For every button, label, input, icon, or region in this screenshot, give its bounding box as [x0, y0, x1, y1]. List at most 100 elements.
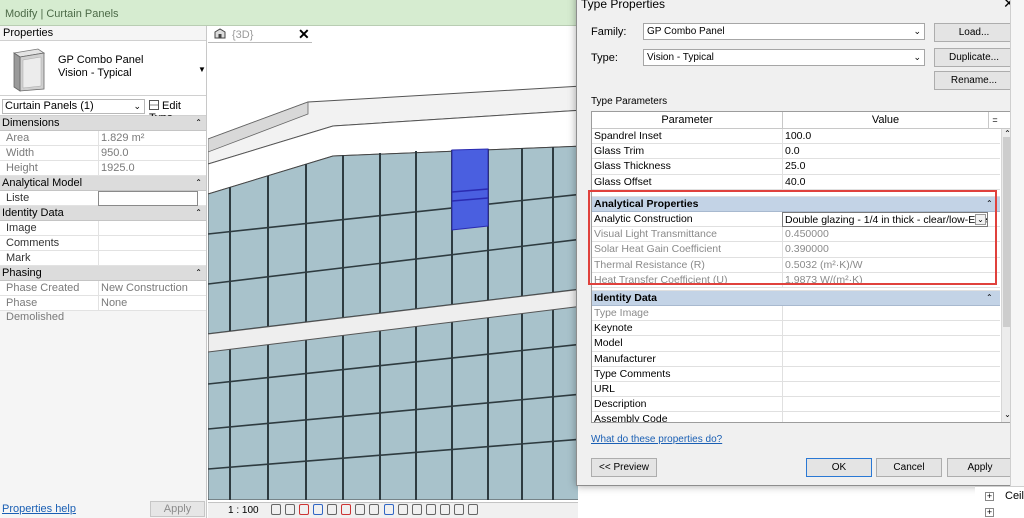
column-header-parameter[interactable]: Parameter	[592, 112, 783, 129]
chevron-down-icon[interactable]: ⌄	[975, 213, 986, 225]
property-value: 1925.0	[98, 161, 198, 176]
parameter-name: Thermal Resistance (R)	[594, 258, 705, 271]
parameter-value[interactable]: 100.0	[782, 129, 988, 144]
worksharing-display-icon[interactable]	[425, 504, 436, 515]
collapse-icon[interactable]: ⌃	[195, 116, 202, 130]
shadows-icon[interactable]	[313, 504, 324, 515]
family-label: Family:	[591, 26, 627, 38]
property-row-mark: Mark	[0, 251, 206, 266]
parameter-value[interactable]	[782, 336, 988, 352]
type-label: Type:	[591, 52, 618, 64]
property-row-phase-created: Phase Created New Construction	[0, 281, 206, 296]
type-properties-dialog: Type Properties ✕ Family: GP Combo Panel…	[576, 0, 1024, 486]
parameter-name: Type Comments	[594, 367, 671, 380]
parameter-value[interactable]	[782, 382, 988, 397]
liste-input[interactable]	[98, 191, 198, 206]
ok-button[interactable]: OK	[806, 458, 872, 477]
table-row[interactable]: Glass Trim 0.0	[592, 144, 1000, 160]
cancel-button[interactable]: Cancel	[876, 458, 942, 477]
constraints-icon[interactable]	[467, 504, 478, 515]
family-dropdown[interactable]: GP Combo Panel ⌄	[643, 23, 925, 40]
collapse-icon[interactable]: ⌃	[195, 266, 202, 280]
load-button[interactable]: Load...	[934, 23, 1014, 42]
table-row[interactable]: Spandrel Inset 100.0	[592, 129, 1000, 145]
type-dropdown[interactable]: Vision - Typical ⌄	[643, 49, 925, 66]
apply-button[interactable]: Apply	[947, 458, 1013, 477]
column-header-formula[interactable]: =	[989, 112, 1001, 129]
column-header-value[interactable]: Value	[783, 112, 989, 129]
close-icon[interactable]: ✕	[298, 26, 310, 42]
phase-created-value[interactable]: New Construction	[98, 281, 198, 296]
table-row[interactable]: Glass Offset 40.0	[592, 174, 1000, 190]
parameter-value[interactable]	[782, 412, 988, 422]
row-gap	[592, 190, 1000, 197]
parameter-value[interactable]	[782, 306, 988, 322]
parameter-value[interactable]: 25.0	[782, 159, 988, 175]
show-crop-icon[interactable]	[355, 504, 366, 515]
properties-info-link[interactable]: What do these properties do?	[591, 434, 722, 445]
visual-style-icon[interactable]	[285, 504, 296, 515]
preview-button[interactable]: << Preview	[591, 458, 657, 477]
parameter-value[interactable]: 40.0	[782, 174, 988, 190]
category-filter-dropdown[interactable]: Curtain Panels (1) ⌄	[2, 99, 145, 114]
detail-level-icon[interactable]	[271, 504, 281, 515]
expand-icon[interactable]: +	[985, 508, 994, 517]
reveal-hidden-icon[interactable]	[397, 504, 408, 515]
table-row[interactable]: Model	[592, 336, 1000, 352]
group-label: Identity Data	[2, 207, 64, 219]
type-dropdown-icon[interactable]: ▼	[198, 65, 206, 74]
group-analytical-properties[interactable]: Analytical Properties ⌃	[592, 196, 1000, 212]
table-row[interactable]: Description	[592, 397, 1000, 413]
group-dimensions[interactable]: Dimensions ⌃	[0, 116, 206, 131]
ribbon-context-title: Modify | Curtain Panels	[5, 8, 119, 20]
table-row[interactable]: Glass Thickness 25.0	[592, 159, 1000, 175]
property-row-phase-demolished: Phase Demolished None	[0, 296, 206, 323]
collapse-icon[interactable]: ⌃	[195, 206, 202, 220]
temporary-view-properties-icon[interactable]	[411, 504, 422, 515]
table-row[interactable]: Manufacturer	[592, 351, 1000, 367]
table-row[interactable]: Type Image	[592, 306, 1000, 322]
3d-viewport[interactable]	[208, 44, 578, 500]
parameter-value[interactable]	[782, 366, 988, 382]
parameter-value[interactable]	[782, 351, 988, 367]
lock-view-icon[interactable]	[369, 504, 380, 515]
mark-input[interactable]	[98, 251, 198, 266]
browser-node-ceiling[interactable]: Ceili	[1005, 490, 1024, 502]
table-row[interactable]: URL	[592, 382, 1000, 398]
sun-path-icon[interactable]	[299, 504, 310, 515]
collapse-icon[interactable]: ⌃	[986, 291, 993, 305]
table-row[interactable]: Assembly Code	[592, 412, 1000, 422]
parameter-name: Keynote	[594, 322, 633, 335]
view-scale[interactable]: 1 : 100	[228, 505, 259, 516]
instance-filter-row: Curtain Panels (1) ⌄ Edit Type	[0, 96, 206, 124]
expand-icon[interactable]: +	[985, 492, 994, 501]
analytical-model-icon[interactable]	[439, 504, 450, 515]
group-identity-data[interactable]: Identity Data ⌃	[592, 290, 1000, 307]
collapse-icon[interactable]: ⌃	[986, 197, 993, 211]
properties-help-link[interactable]: Properties help	[2, 503, 76, 515]
type-selector[interactable]: GP Combo Panel Vision - Typical ▼	[0, 41, 206, 96]
table-row[interactable]: Type Comments	[592, 366, 1000, 382]
collapse-icon[interactable]: ⌃	[195, 176, 202, 190]
parameter-value[interactable]	[782, 397, 988, 413]
crop-view-icon[interactable]	[341, 504, 352, 515]
parameter-value[interactable]	[782, 321, 988, 337]
table-row[interactable]: Keynote	[592, 321, 1000, 337]
properties-apply-button[interactable]: Apply	[150, 501, 205, 517]
duplicate-button[interactable]: Duplicate...	[934, 48, 1014, 67]
parameter-value[interactable]: 0.0	[782, 144, 988, 160]
image-value[interactable]	[98, 221, 198, 236]
comments-input[interactable]	[98, 236, 198, 251]
analytic-construction-dropdown[interactable]: Double glazing - 1/4 in thick - clear/lo…	[782, 211, 988, 227]
parameter-name: Visual Light Transmittance	[594, 228, 717, 241]
highlight-displacement-icon[interactable]	[453, 504, 464, 515]
view-tab-3d[interactable]: {3D} ✕	[208, 26, 312, 43]
group-phasing[interactable]: Phasing ⌃	[0, 266, 206, 281]
rename-button[interactable]: Rename...	[934, 71, 1014, 90]
temporary-hide-icon[interactable]	[383, 504, 394, 515]
table-row[interactable]: Analytic Construction Double glazing - 1/…	[592, 211, 1000, 228]
phase-demolished-value[interactable]: None	[98, 296, 198, 311]
group-analytical-model[interactable]: Analytical Model ⌃	[0, 176, 206, 191]
render-icon[interactable]	[327, 504, 338, 515]
group-identity-data[interactable]: Identity Data ⌃	[0, 206, 206, 221]
